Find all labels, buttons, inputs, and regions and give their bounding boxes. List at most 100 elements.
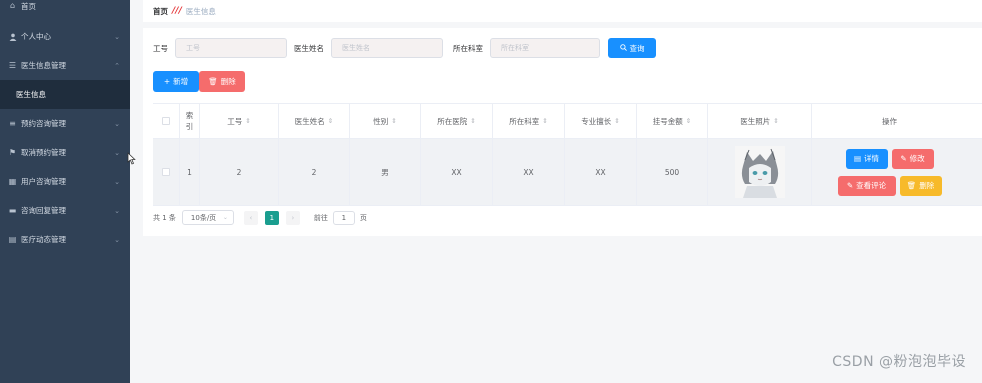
search-icon [619, 43, 627, 53]
chevron-down-icon: ⌄ [114, 119, 120, 128]
sidebar-item-label: 医疗动态管理 [21, 235, 66, 244]
sidebar-item-consult-reply-management[interactable]: ▬ 咨询回复管理 ⌄ [0, 196, 130, 225]
query-button[interactable]: 查询 [608, 38, 656, 58]
sidebar-item-user-consult-management[interactable]: ▦ 用户咨询管理 ⌄ [0, 167, 130, 196]
breadcrumb: 首页 /// 医生信息 [143, 0, 982, 22]
trash-icon: 🗑 [906, 181, 917, 190]
detail-button[interactable]: ▤ 详情 [845, 148, 888, 169]
menu-icon: ☰ [8, 61, 17, 70]
sort-icon: ⇕ [470, 117, 476, 125]
cell-fee: 500 [637, 139, 708, 205]
add-button[interactable]: + 新增 [153, 71, 199, 92]
table-row: 1 2 2 男 XX XX XX 500 ▤ 详情 ✎ 修改 ✎ 查看评论 🗑 … [153, 139, 982, 206]
document-icon: ▤ [853, 154, 862, 163]
breadcrumb-separator: /// [172, 6, 182, 16]
row-checkbox[interactable] [162, 168, 170, 176]
sort-icon: ⇕ [773, 117, 779, 125]
edit-icon: ✎ [900, 154, 907, 163]
row-select-cell [153, 139, 180, 205]
cell-gender: 男 [350, 139, 421, 205]
sidebar-item-home[interactable]: ⌂ 首页 [0, 0, 130, 12]
dept-input[interactable]: 所在科室 [490, 38, 600, 58]
dept-label: 所在科室 [453, 43, 483, 53]
toolbar: + 新增 🗑 删除 [153, 71, 245, 92]
sidebar-item-label: 咨询回复管理 [21, 206, 66, 215]
name-label: 医生姓名 [294, 43, 324, 53]
row-delete-button[interactable]: 🗑 删除 [899, 175, 942, 196]
sort-icon: ⇕ [327, 117, 334, 125]
goto-label: 前往 [313, 213, 328, 222]
column-dept[interactable]: 所在科室 ⇕ [493, 104, 565, 138]
sort-icon: ⇕ [245, 117, 251, 125]
sidebar-item-label: 首页 [21, 2, 36, 11]
sidebar-item-doctor-info-management[interactable]: ☰ 医生信息管理 ⌃ [0, 51, 130, 80]
id-input[interactable]: 工号 [175, 38, 287, 58]
next-page-button[interactable]: › [285, 210, 300, 225]
total-count: 共 1 条 [153, 213, 176, 222]
folder-icon: ▬ [8, 206, 17, 215]
edit-icon: ✎ [846, 181, 854, 190]
chevron-down-icon: ⌄ [114, 177, 120, 186]
pagination: 共 1 条 10条/页 ⌄ ‹ 1 › 前往 1 页 [153, 210, 367, 225]
breadcrumb-current: 医生信息 [185, 6, 216, 16]
sidebar-item-label: 取消预约管理 [21, 148, 66, 157]
column-specialty[interactable]: 专业擅长 ⇕ [565, 104, 637, 138]
sort-icon: ⇕ [685, 117, 692, 125]
sidebar-item-label: 用户咨询管理 [21, 177, 66, 186]
sidebar-item-label: 医生信息管理 [21, 61, 66, 70]
search-form: 工号 工号 医生姓名 医生姓名 所在科室 所在科室 查询 [153, 38, 656, 58]
breadcrumb-home[interactable]: 首页 [153, 6, 168, 17]
table-header: 索引 工号 ⇕ 医生姓名 ⇕ 性别 ⇕ 所在医院 ⇕ 所在科室 ⇕ 专业擅长 ⇕ 挂号金额 ⇕… [153, 104, 982, 139]
watermark: CSDN @粉泡泡毕设 [832, 354, 966, 370]
sidebar-item-label: 预约咨询管理 [21, 119, 66, 128]
sidebar-item-label: 医生信息 [16, 90, 46, 99]
sidebar-item-appointment-management[interactable]: ≡ 预约咨询管理 ⌄ [0, 109, 130, 138]
column-actions: 操作 [882, 116, 897, 126]
column-gender[interactable]: 性别 ⇕ [350, 104, 421, 138]
view-comments-button[interactable]: ✎ 查看评论 [837, 175, 896, 196]
column-index: 索引 [180, 104, 200, 138]
document-icon: ▤ [8, 235, 17, 244]
grid-icon: ▦ [8, 177, 17, 186]
sidebar-item-medical-news-management[interactable]: ▤ 医疗动态管理 ⌄ [0, 225, 130, 254]
column-id[interactable]: 工号 ⇕ [200, 104, 279, 138]
cell-hospital: XX [421, 139, 493, 205]
goto-page-input[interactable]: 1 [332, 210, 355, 225]
content-card: 工号 工号 医生姓名 医生姓名 所在科室 所在科室 查询 + 新增 🗑 删除 索… [143, 28, 982, 236]
sidebar-item-personal-center[interactable]: 个人中心 ⌄ [0, 22, 130, 51]
doctor-table: 索引 工号 ⇕ 医生姓名 ⇕ 性别 ⇕ 所在医院 ⇕ 所在科室 ⇕ 专业擅长 ⇕ 挂号金额 ⇕… [153, 103, 982, 206]
sort-icon: ⇕ [391, 117, 397, 125]
cell-dept: XX [493, 139, 565, 205]
column-fee[interactable]: 挂号金额 ⇕ [637, 104, 708, 138]
cell-actions: ▤ 详情 ✎ 修改 ✎ 查看评论 🗑 删除 [812, 139, 967, 205]
sidebar-item-doctor-info[interactable]: 医生信息 [0, 80, 130, 109]
page-size-select[interactable]: 10条/页 ⌄ [181, 210, 234, 225]
cell-specialty: XX [565, 139, 637, 205]
sort-icon: ⇕ [614, 117, 620, 125]
page-suffix: 页 [359, 213, 367, 222]
page-number-button[interactable]: 1 [264, 210, 279, 225]
sidebar-item-cancel-appointment-management[interactable]: ⚑ 取消预约管理 ⌄ [0, 138, 130, 167]
select-all-checkbox[interactable] [162, 117, 170, 125]
column-name[interactable]: 医生姓名 ⇕ [279, 104, 350, 138]
trash-icon: 🗑 [208, 77, 218, 86]
chevron-down-icon: ⌄ [114, 206, 120, 215]
select-all-cell [153, 104, 180, 138]
chevron-down-icon: ⌄ [114, 148, 120, 157]
cell-photo [708, 139, 812, 205]
chevron-up-icon: ⌃ [114, 61, 120, 70]
name-input[interactable]: 医生姓名 [331, 38, 443, 58]
edit-button[interactable]: ✎ 修改 [891, 148, 934, 169]
id-label: 工号 [153, 43, 168, 53]
batch-delete-button[interactable]: 🗑 删除 [199, 71, 245, 92]
column-photo[interactable]: 医生照片 ⇕ [708, 104, 812, 138]
column-hospital[interactable]: 所在医院 ⇕ [421, 104, 493, 138]
cell-index: 1 [180, 139, 200, 205]
prev-page-button[interactable]: ‹ [243, 210, 258, 225]
cell-name: 2 [279, 139, 350, 205]
doctor-photo[interactable] [734, 146, 785, 198]
sidebar-item-label: 个人中心 [21, 32, 51, 41]
chevron-down-icon: ⌄ [114, 32, 120, 41]
sort-icon: ⇕ [542, 117, 548, 125]
main-content: 首页 /// 医生信息 工号 工号 医生姓名 医生姓名 所在科室 所在科室 查询… [130, 0, 982, 383]
